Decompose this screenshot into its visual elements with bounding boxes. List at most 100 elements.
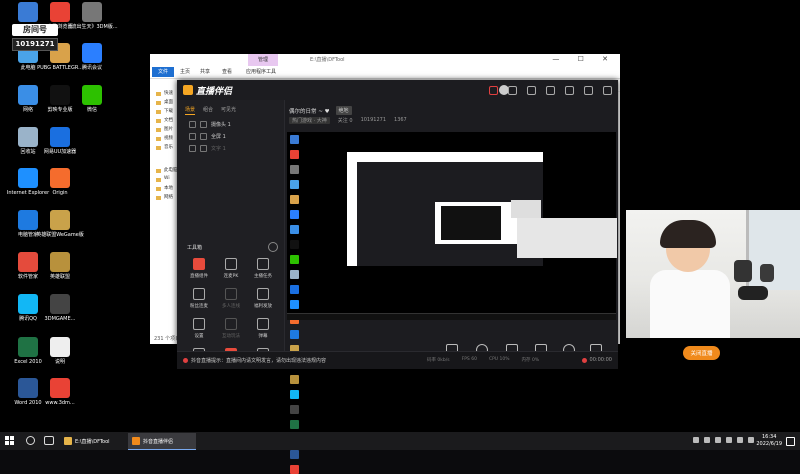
ime-icon[interactable]	[748, 437, 754, 443]
notice-text: 抖音直播提示：直播间内请文明发言，请勿出现违法违规内容	[191, 358, 327, 364]
tool-icon	[193, 288, 205, 300]
toolbox-item[interactable]: 粉丝连麦	[183, 288, 215, 309]
tray-icon[interactable]	[704, 437, 710, 443]
desktop-icon[interactable]: 英雄联盟WeGame版	[34, 210, 86, 238]
scene-item[interactable]: 文字 1	[177, 142, 284, 154]
search-icon[interactable]	[26, 436, 35, 445]
stream-preview[interactable]	[287, 132, 617, 474]
logo-mark-icon	[183, 85, 193, 95]
desktop-icon-label: 英雄联盟WeGame版	[36, 232, 84, 238]
preview-icon	[290, 240, 299, 249]
window-controls[interactable]: — ☐ ✕	[552, 55, 616, 63]
toolbox-item[interactable]: 福利发放	[247, 288, 279, 309]
preview-deepest	[441, 206, 501, 240]
toolbox-item[interactable]: 连麦PK	[215, 258, 247, 279]
tab-scene-2[interactable]: 可见光	[221, 106, 236, 115]
toolbox-item[interactable]: 弹幕	[247, 318, 279, 339]
tab-file[interactable]: 文件	[152, 67, 174, 77]
share-icon[interactable]	[546, 86, 555, 95]
app-icon	[50, 127, 70, 147]
tool-label: 粉丝连麦	[190, 304, 208, 309]
room-title[interactable]: 偶尔的日常 ~ ♥	[289, 107, 330, 115]
volume-icon[interactable]	[737, 437, 743, 443]
tool-label: 多人连线	[222, 304, 240, 309]
taskbar-task[interactable]: 抖音直播伴侣	[128, 433, 196, 450]
desktop-icon[interactable]: 英雄联盟	[34, 252, 86, 280]
tool-icon	[257, 288, 269, 300]
app-icon	[50, 294, 70, 314]
tool-icon	[257, 258, 269, 270]
preview-taskbar	[287, 313, 616, 320]
windows-start-icon[interactable]	[5, 436, 15, 446]
desktop-icon[interactable]: Origin	[34, 168, 86, 196]
stat-item: CPU 10%	[488, 357, 510, 362]
desktop-icon-label: 英雄联盟	[49, 274, 70, 280]
app-icon	[50, 210, 70, 230]
preview-icon	[290, 420, 299, 429]
lock-icon[interactable]	[200, 132, 207, 140]
lock-icon[interactable]	[200, 120, 207, 128]
preview-icon	[290, 375, 299, 384]
live-time: 00:00:00	[589, 357, 612, 363]
webcam-person-body	[650, 270, 730, 338]
bell-icon[interactable]	[527, 86, 536, 95]
desktop-icon[interactable]: www.3dm...	[34, 378, 86, 406]
lock-icon[interactable]	[200, 144, 207, 152]
clock[interactable]: 16:34 2022/6/19	[756, 434, 782, 448]
tab-app-tools[interactable]: 应用程序工具	[246, 68, 276, 75]
minimize-icon[interactable]	[584, 86, 593, 95]
room-info-item: 1367	[394, 117, 407, 123]
tab-share[interactable]: 共享	[200, 68, 210, 75]
scene-label: 文字 1	[211, 145, 226, 152]
room-info-item[interactable]: 热门游戏 · 大神	[289, 117, 330, 124]
desktop-icon[interactable]: 《流出生天》3DM版...	[66, 2, 118, 30]
preview-deeper-screen	[435, 202, 517, 244]
stream-stats: 码率 0kb/s FPS 60 CPU 10% 内存 0%	[427, 357, 539, 363]
scene-item[interactable]: 摄像头 1	[177, 118, 284, 130]
task-view-icon[interactable]	[44, 436, 54, 445]
close-icon[interactable]	[603, 86, 612, 95]
notification-icon[interactable]	[786, 437, 795, 446]
visibility-checkbox[interactable]	[189, 144, 196, 152]
toolbox-item[interactable]: 主播任务	[247, 258, 279, 279]
desktop-icon[interactable]: 网易UU加速器	[34, 127, 86, 155]
toolbox-item[interactable]: 互动玩法	[215, 318, 247, 339]
toolbox-item[interactable]: 设置	[183, 318, 215, 339]
tool-label: 互动玩法	[222, 334, 240, 339]
desktop-icon[interactable]: 腾讯会议	[66, 43, 118, 71]
desktop-icon-label: 腾讯会议	[81, 65, 102, 71]
toolbox-label: 工具箱	[187, 245, 203, 251]
tab-scene-1[interactable]: 组合	[203, 106, 213, 115]
explorer-titlebar[interactable]: 管理 E:\直播\DFTool — ☐ ✕	[150, 54, 620, 66]
visibility-checkbox[interactable]	[189, 132, 196, 140]
desktop-icon[interactable]: 3DMGAME...	[34, 294, 86, 322]
tab-manage[interactable]: 管理	[248, 54, 278, 66]
tab-home[interactable]: 主页	[180, 68, 190, 75]
tray-icon[interactable]	[693, 437, 699, 443]
tab-view[interactable]: 查看	[222, 68, 232, 75]
scene-item[interactable]: 全屏 1	[177, 130, 284, 142]
toolbox-item[interactable]: 直播组件	[183, 258, 215, 279]
webcam-speaker	[734, 260, 752, 282]
message-icon[interactable]	[508, 86, 517, 95]
menu-icon[interactable]	[565, 86, 574, 95]
desktop-icon[interactable]: 微信	[66, 85, 118, 113]
preview-icon	[290, 300, 299, 309]
toolbox-collapse-icon[interactable]	[268, 242, 278, 252]
desktop-icon[interactable]: 说明	[34, 337, 86, 365]
preview-icon	[290, 465, 299, 474]
taskbar-task[interactable]: E:\直播\DFTool	[60, 433, 128, 449]
start-stream-button[interactable]: 关闭直播	[683, 346, 720, 360]
webcam-object	[738, 286, 768, 300]
network-icon[interactable]	[726, 437, 732, 443]
app-icon	[82, 85, 102, 105]
tray-icon[interactable]	[715, 437, 721, 443]
preview-icon	[290, 255, 299, 264]
room-tag[interactable]: 绝地	[335, 106, 352, 115]
app-icon	[50, 252, 70, 272]
visibility-checkbox[interactable]	[189, 120, 196, 128]
desktop-icon-label: 《流出生天》3DM版...	[66, 24, 118, 30]
gift-icon[interactable]	[489, 86, 498, 95]
toolbox-item[interactable]: 多人连线	[215, 288, 247, 309]
tab-scene-0[interactable]: 场景	[185, 106, 196, 115]
